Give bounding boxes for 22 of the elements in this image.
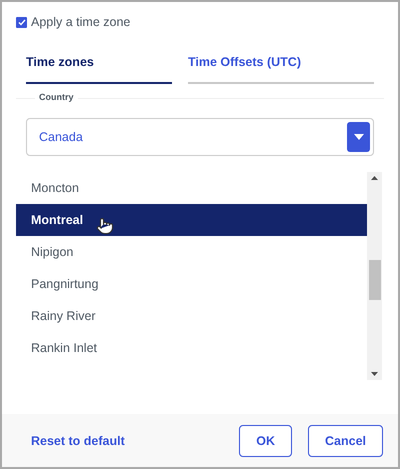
city-list-item[interactable]: Rainy River xyxy=(16,300,367,332)
checkbox[interactable] xyxy=(16,16,27,28)
reset-link[interactable]: Reset to default xyxy=(31,434,224,448)
city-list-item[interactable]: Nipigon xyxy=(16,236,367,268)
city-list-item[interactable]: Montreal xyxy=(16,204,367,236)
city-list-item[interactable]: Pangnirtung xyxy=(16,268,367,300)
caret-icon xyxy=(354,134,364,140)
scroll-down-icon[interactable] xyxy=(371,372,378,376)
hand-cursor-icon xyxy=(96,217,114,235)
dialog-button[interactable]: Cancel xyxy=(308,424,383,456)
scrollbar-thumb[interactable] xyxy=(368,260,380,300)
tab[interactable]: Time zones xyxy=(26,55,172,84)
city-list-item[interactable]: Moncton xyxy=(16,172,367,204)
tab[interactable]: Time Offsets (UTC) xyxy=(188,55,374,84)
country-legend: Country xyxy=(35,92,78,102)
scroll-up-icon[interactable] xyxy=(371,176,378,180)
dialog-button[interactable]: OK xyxy=(239,424,292,456)
dropdown-button[interactable] xyxy=(347,122,370,152)
checkbox-label: Apply a time zone xyxy=(31,15,130,29)
scrollbar[interactable] xyxy=(367,172,382,380)
country-select[interactable]: Canada xyxy=(26,118,374,156)
city-list-item[interactable]: Rankin Inlet xyxy=(16,332,367,364)
